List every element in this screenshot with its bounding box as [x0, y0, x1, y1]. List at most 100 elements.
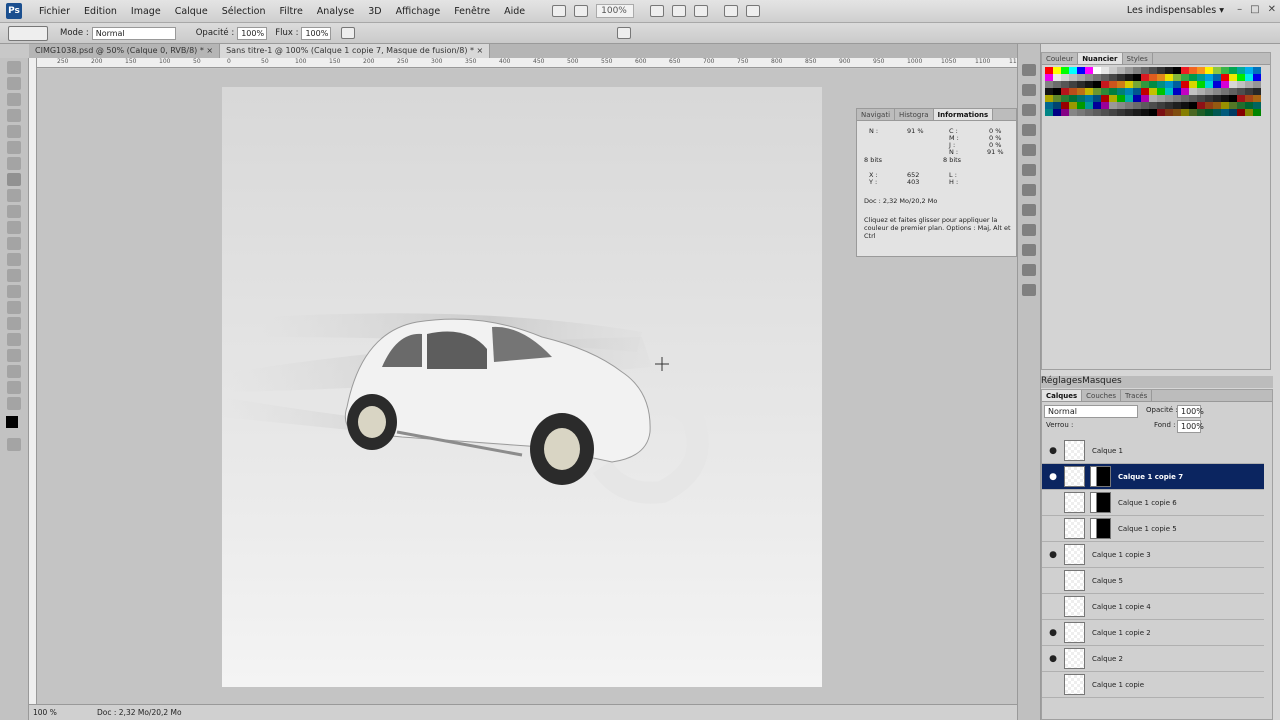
- swatch[interactable]: [1101, 102, 1109, 109]
- path-select-icon[interactable]: [7, 317, 21, 330]
- rotate-view-icon[interactable]: [694, 5, 709, 17]
- opacity-field[interactable]: 100%: [237, 26, 268, 40]
- arrange-documents-icon[interactable]: [574, 5, 589, 17]
- layer-comps-icon[interactable]: [1022, 284, 1036, 296]
- layer-row[interactable]: Calque 1 copie 4: [1042, 594, 1264, 620]
- navigator-icon[interactable]: [1022, 104, 1036, 116]
- swatch[interactable]: [1101, 109, 1109, 116]
- swatch[interactable]: [1197, 74, 1205, 81]
- eye-icon[interactable]: ●: [1046, 652, 1060, 666]
- swatch[interactable]: [1133, 102, 1141, 109]
- swatch[interactable]: [1085, 95, 1093, 102]
- swatch[interactable]: [1237, 88, 1245, 95]
- swatch[interactable]: [1165, 102, 1173, 109]
- swatch[interactable]: [1157, 95, 1165, 102]
- brush-preset-icon[interactable]: [8, 25, 48, 41]
- swatch[interactable]: [1093, 109, 1101, 116]
- swatch[interactable]: [1165, 88, 1173, 95]
- swatch[interactable]: [1229, 88, 1237, 95]
- swatch[interactable]: [1253, 109, 1261, 116]
- swatch[interactable]: [1061, 109, 1069, 116]
- swatch[interactable]: [1053, 67, 1061, 74]
- airbrush-icon[interactable]: [341, 27, 356, 39]
- swatch[interactable]: [1157, 74, 1165, 81]
- document-canvas[interactable]: [222, 87, 822, 687]
- swatch[interactable]: [1189, 67, 1197, 74]
- swatch[interactable]: [1197, 81, 1205, 88]
- swatch[interactable]: [1157, 88, 1165, 95]
- info-icon[interactable]: [1022, 144, 1036, 156]
- bridge-icon[interactable]: [552, 5, 567, 17]
- quick-mask-icon[interactable]: [7, 438, 21, 451]
- swatch[interactable]: [1237, 102, 1245, 109]
- swatch[interactable]: [1093, 102, 1101, 109]
- swatch[interactable]: [1189, 88, 1197, 95]
- eye-icon[interactable]: ●: [1046, 548, 1060, 562]
- swatch[interactable]: [1205, 74, 1213, 81]
- swatch[interactable]: [1245, 88, 1253, 95]
- swatch[interactable]: [1157, 67, 1165, 74]
- swatch[interactable]: [1173, 102, 1181, 109]
- swatch[interactable]: [1077, 81, 1085, 88]
- swatch[interactable]: [1117, 88, 1125, 95]
- swatch[interactable]: [1253, 95, 1261, 102]
- swatch[interactable]: [1181, 102, 1189, 109]
- close-icon[interactable]: ✕: [1268, 4, 1276, 15]
- zoom-tool-icon[interactable]: [672, 5, 687, 17]
- history-icon[interactable]: [1022, 64, 1036, 76]
- swatch[interactable]: [1141, 67, 1149, 74]
- swatch[interactable]: [1101, 74, 1109, 81]
- swatch[interactable]: [1101, 95, 1109, 102]
- swatch[interactable]: [1141, 88, 1149, 95]
- histogram-icon[interactable]: [1022, 124, 1036, 136]
- layer-row[interactable]: Calque 5: [1042, 568, 1264, 594]
- swatch[interactable]: [1101, 88, 1109, 95]
- extras-icon[interactable]: [746, 5, 761, 17]
- swatch[interactable]: [1245, 109, 1253, 116]
- swatch[interactable]: [1149, 95, 1157, 102]
- swatch[interactable]: [1173, 109, 1181, 116]
- marquee-tool-icon[interactable]: [7, 77, 21, 90]
- swatch[interactable]: [1061, 67, 1069, 74]
- swatch[interactable]: [1213, 109, 1221, 116]
- swatch[interactable]: [1205, 88, 1213, 95]
- swatch[interactable]: [1125, 74, 1133, 81]
- layer-mask-thumbnail[interactable]: [1090, 492, 1111, 513]
- menu-item-image[interactable]: Image: [124, 6, 168, 17]
- swatch[interactable]: [1141, 81, 1149, 88]
- swatch[interactable]: [1141, 95, 1149, 102]
- swatch[interactable]: [1213, 67, 1221, 74]
- panel-tab[interactable]: Couleur: [1042, 53, 1079, 64]
- swatch[interactable]: [1077, 88, 1085, 95]
- swatch[interactable]: [1213, 102, 1221, 109]
- lasso-tool-icon[interactable]: [7, 93, 21, 106]
- swatch[interactable]: [1157, 102, 1165, 109]
- panel-tab[interactable]: Masques: [1082, 376, 1122, 388]
- swatch[interactable]: [1205, 95, 1213, 102]
- blur-tool-icon[interactable]: [7, 253, 21, 266]
- swatch[interactable]: [1213, 88, 1221, 95]
- swatch[interactable]: [1045, 74, 1053, 81]
- swatch[interactable]: [1133, 67, 1141, 74]
- eye-icon[interactable]: [1046, 522, 1060, 536]
- swatch[interactable]: [1229, 81, 1237, 88]
- swatch[interactable]: [1085, 88, 1093, 95]
- swatch[interactable]: [1069, 67, 1077, 74]
- swatch[interactable]: [1157, 109, 1165, 116]
- swatch[interactable]: [1245, 102, 1253, 109]
- swatch[interactable]: [1229, 74, 1237, 81]
- swatch[interactable]: [1189, 95, 1197, 102]
- swatch[interactable]: [1229, 95, 1237, 102]
- swatch[interactable]: [1189, 102, 1197, 109]
- swatch[interactable]: [1245, 74, 1253, 81]
- photoshop-logo[interactable]: Ps: [6, 3, 22, 19]
- swatch[interactable]: [1117, 109, 1125, 116]
- menu-item-fichier[interactable]: Fichier: [32, 6, 77, 17]
- swatch[interactable]: [1245, 81, 1253, 88]
- swatch[interactable]: [1109, 74, 1117, 81]
- menu-item-sélection[interactable]: Sélection: [215, 6, 273, 17]
- swatch[interactable]: [1045, 81, 1053, 88]
- swatch[interactable]: [1149, 102, 1157, 109]
- swatch[interactable]: [1069, 81, 1077, 88]
- panel-tab[interactable]: Couches: [1082, 390, 1122, 401]
